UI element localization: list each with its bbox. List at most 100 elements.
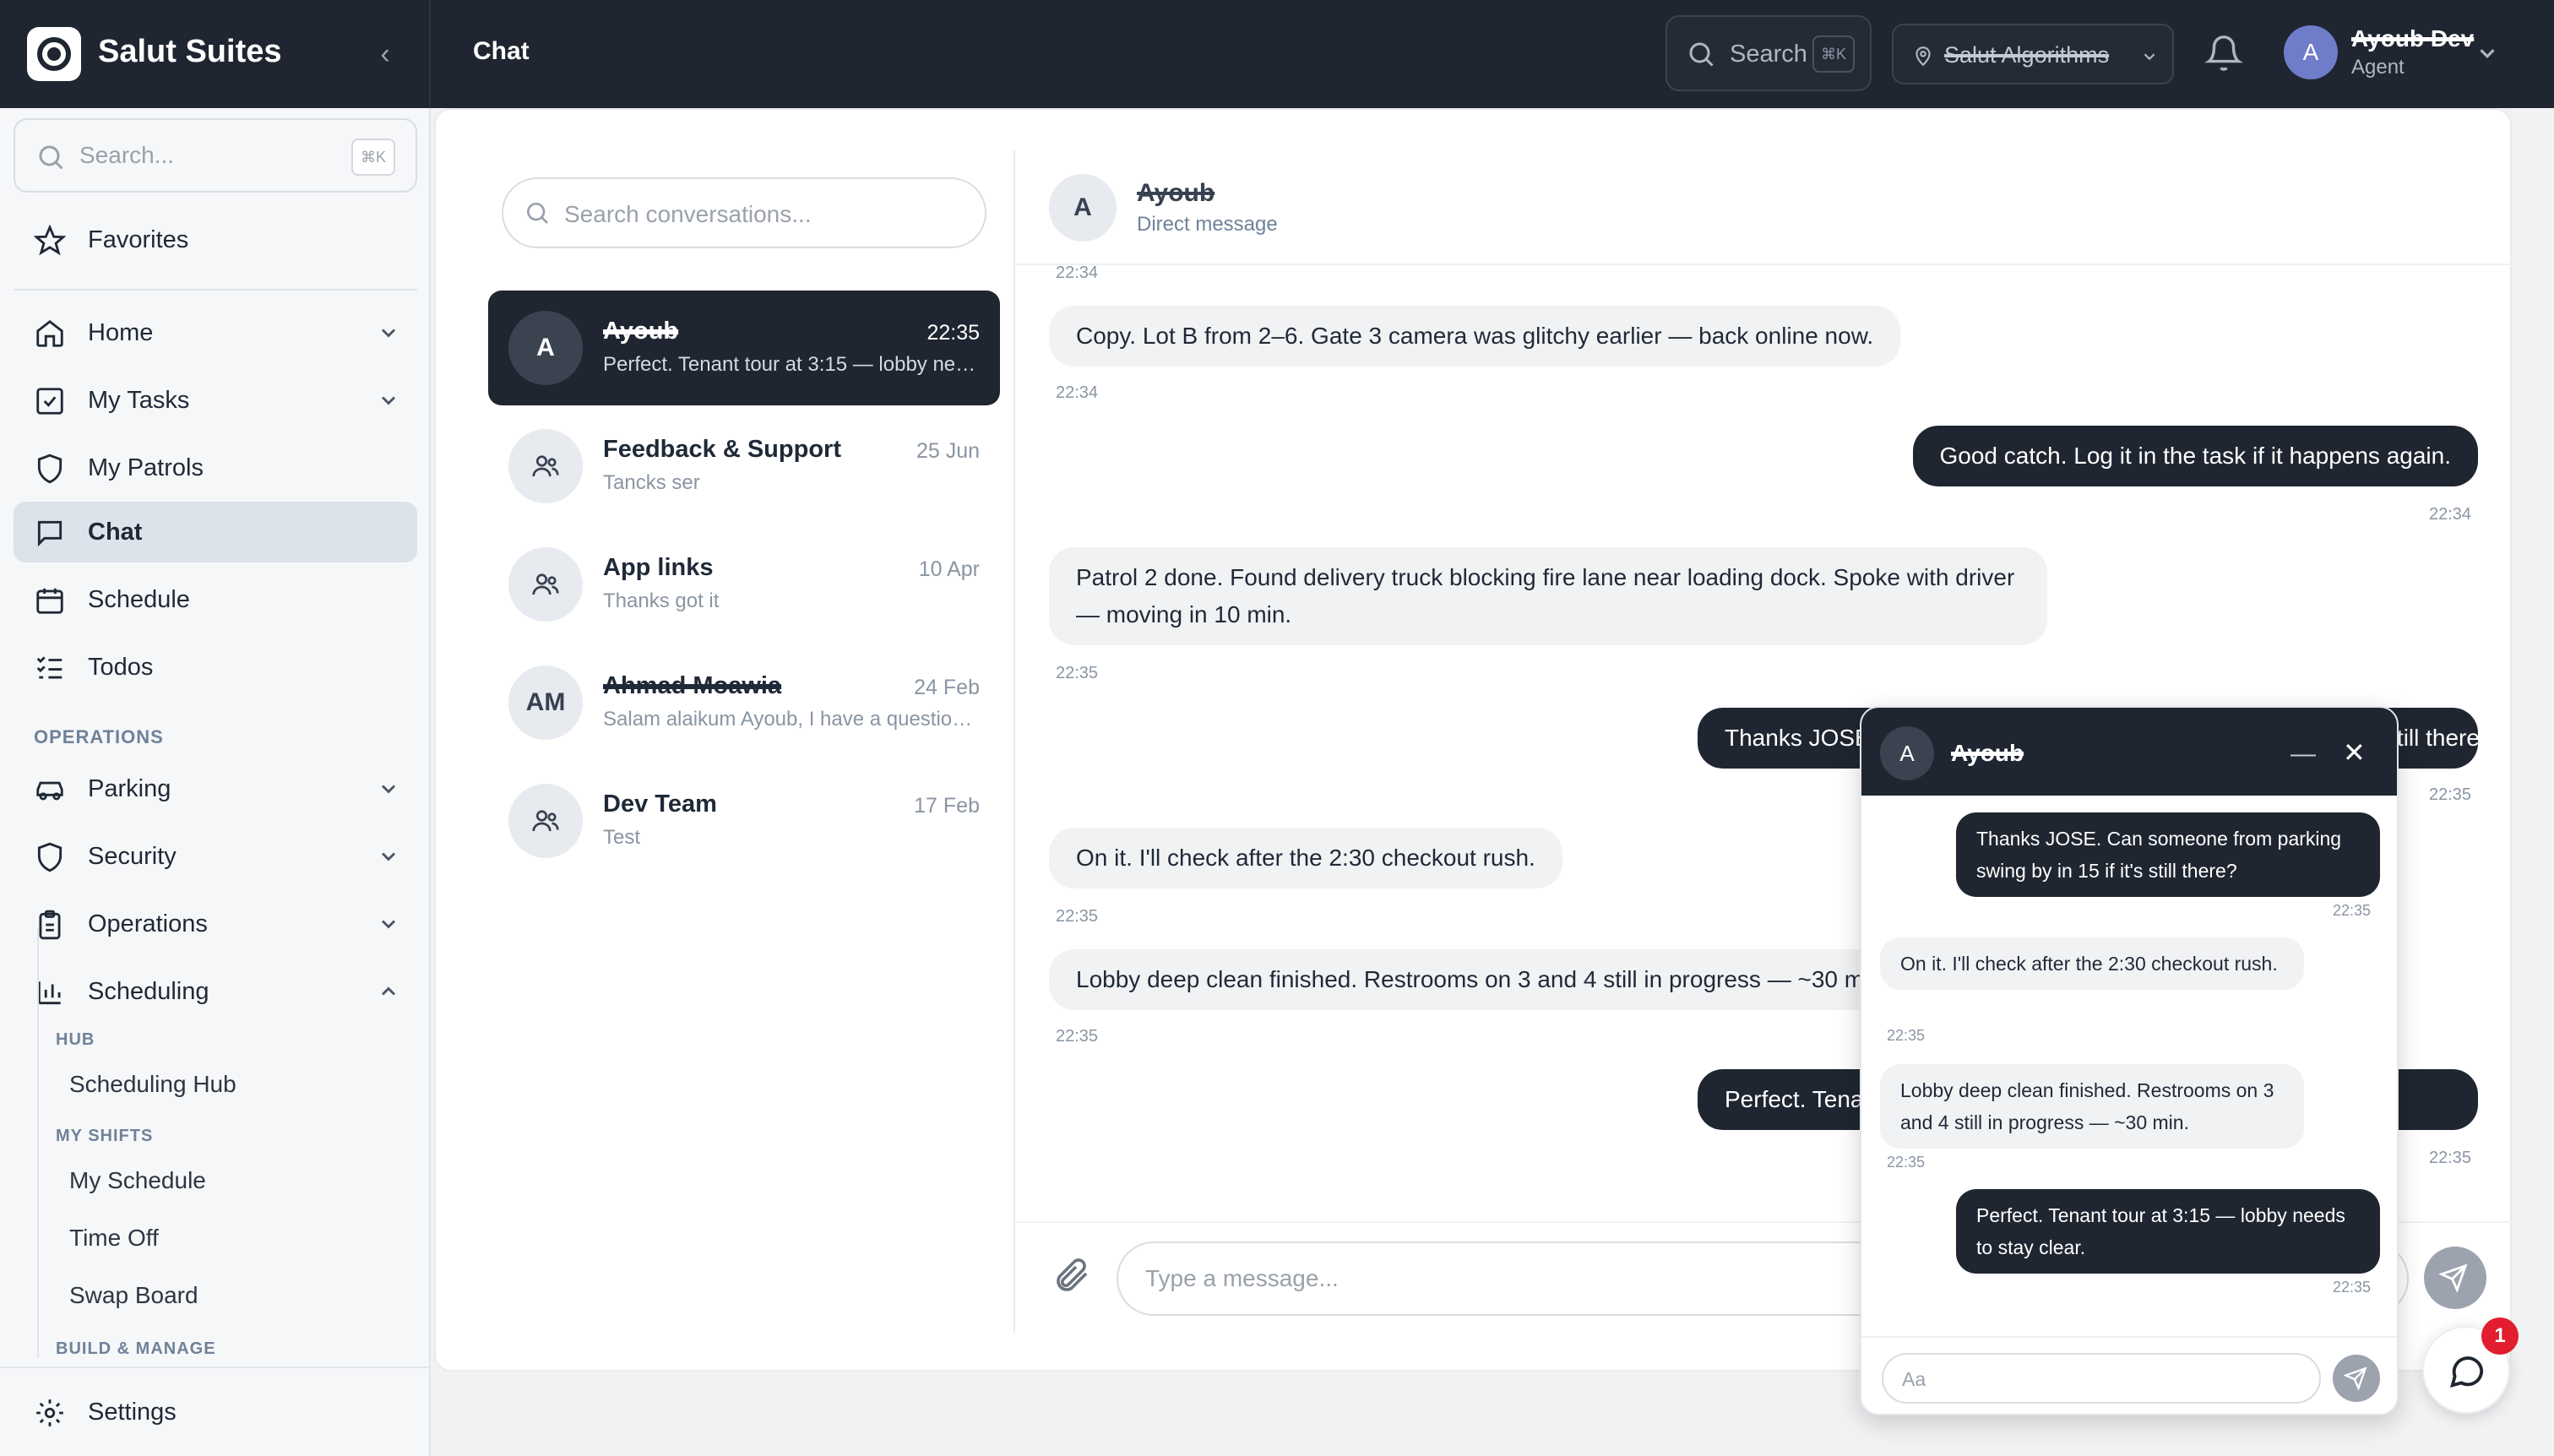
sidebar-item-label: My Patrols bbox=[88, 454, 204, 481]
chevron-down-icon bbox=[381, 785, 396, 794]
conversation-time: 17 Feb bbox=[914, 794, 980, 818]
conversation-preview: Thanks got it bbox=[603, 589, 720, 612]
conversation-item[interactable]: Dev Team 17 Feb Test bbox=[488, 763, 1000, 878]
sidebar-item-my-tasks[interactable]: My Tasks bbox=[14, 370, 417, 431]
mini-chat-input[interactable]: Aa bbox=[1882, 1353, 2321, 1404]
collapse-sidebar-icon[interactable]: ‹ bbox=[368, 37, 402, 71]
sidebar-item-chat[interactable]: Chat bbox=[14, 502, 417, 562]
submenu-guide-line bbox=[37, 927, 39, 1358]
page-title: Chat bbox=[473, 37, 530, 65]
conversation-name: Dev Team bbox=[603, 790, 717, 818]
group-icon bbox=[532, 573, 559, 595]
bell-icon[interactable] bbox=[2204, 34, 2243, 73]
divider bbox=[14, 289, 417, 291]
mini-chat-send-button[interactable] bbox=[2333, 1355, 2380, 1402]
sidebar-item-label: My Tasks bbox=[88, 387, 190, 414]
conversation-item[interactable]: A Ayoub 22:35 Perfect. Tenant tour at 3:… bbox=[488, 291, 1000, 405]
sidebar-item-schedule[interactable]: Schedule bbox=[14, 569, 417, 630]
checkbox-icon bbox=[36, 388, 63, 415]
section-heading-my-shifts: MY SHIFTS bbox=[56, 1127, 154, 1145]
app-logo bbox=[27, 27, 81, 81]
message-time: 22:35 bbox=[2333, 902, 2372, 919]
send-icon bbox=[2344, 1366, 2367, 1390]
message-bubble-incoming: On it. I'll check after the 2:30 checkou… bbox=[1049, 828, 1562, 888]
sidebar-item-my-patrols[interactable]: My Patrols bbox=[14, 437, 417, 498]
location-label: Salut Algorithms bbox=[1944, 42, 2110, 68]
sidebar-subitem-scheduling-hub[interactable]: Scheduling Hub bbox=[69, 1071, 236, 1098]
sidebar-item-settings[interactable]: Settings bbox=[14, 1382, 417, 1442]
user-role: Agent bbox=[2351, 56, 2405, 79]
message-bubble-outgoing: Perfect. Tenant tour at 3:15 — lobby nee… bbox=[1956, 1189, 2380, 1274]
sidebar-item-operations[interactable]: Operations bbox=[14, 894, 417, 954]
divider bbox=[1861, 1336, 2397, 1338]
sidebar-subitem-swap-board[interactable]: Swap Board bbox=[69, 1282, 198, 1309]
chat-contact-name: Ayoub bbox=[1137, 179, 1215, 207]
search-icon bbox=[1689, 42, 1714, 67]
message-time: 22:34 bbox=[1056, 263, 1099, 282]
avatar bbox=[508, 547, 583, 622]
chevron-down-icon bbox=[381, 396, 396, 405]
sidebar-subitem-my-schedule[interactable]: My Schedule bbox=[69, 1167, 206, 1194]
location-pin-icon bbox=[1916, 46, 1931, 67]
sidebar-item-label: Home bbox=[88, 319, 154, 346]
message-time: 22:34 bbox=[2429, 505, 2472, 524]
conversation-preview: Tancks ser bbox=[603, 471, 700, 494]
user-menu-chevron-icon[interactable] bbox=[2475, 41, 2500, 66]
sidebar-item-scheduling[interactable]: Scheduling bbox=[14, 961, 417, 1022]
section-heading-operations: OPERATIONS bbox=[34, 726, 164, 747]
message-bubble-incoming: On it. I'll check after the 2:30 checkou… bbox=[1880, 937, 2304, 990]
chevron-down-icon bbox=[2144, 53, 2155, 61]
sidebar-item-security[interactable]: Security bbox=[14, 826, 417, 887]
mini-chat-header: A Ayoub — ✕ bbox=[1861, 708, 2397, 796]
shield-icon bbox=[37, 842, 62, 872]
user-avatar[interactable]: A bbox=[2284, 25, 2338, 79]
section-heading-hub: HUB bbox=[56, 1030, 95, 1049]
sidebar-item-todos[interactable]: Todos bbox=[14, 637, 417, 698]
sidebar-item-home[interactable]: Home bbox=[14, 302, 417, 363]
chevron-down-icon bbox=[381, 329, 396, 338]
conversation-time: 10 Apr bbox=[918, 557, 980, 581]
sidebar-subitem-time-off[interactable]: Time Off bbox=[69, 1225, 159, 1252]
conversation-search-placeholder: Search conversations... bbox=[564, 201, 812, 227]
sidebar: Search... ⌘K Favorites Home My Tasks My … bbox=[0, 108, 431, 1456]
sidebar-search-input[interactable]: Search... ⌘K bbox=[14, 118, 417, 193]
avatar bbox=[508, 429, 583, 503]
minimize-icon[interactable]: — bbox=[2290, 740, 2316, 769]
sidebar-item-label: Todos bbox=[88, 654, 154, 681]
message-time: 22:35 bbox=[2429, 1149, 2472, 1167]
conversation-item[interactable]: Feedback & Support 25 Jun Tancks ser bbox=[488, 409, 1000, 524]
message-bubble-outgoing: Good catch. Log it in the task if it hap… bbox=[1912, 426, 2478, 486]
send-icon bbox=[2439, 1263, 2468, 1292]
location-select[interactable]: Salut Algorithms bbox=[1892, 24, 2174, 84]
message-time: 22:35 bbox=[1056, 907, 1099, 926]
sidebar-item-label: Operations bbox=[88, 910, 208, 937]
close-icon[interactable]: ✕ bbox=[2343, 736, 2366, 769]
conversation-item[interactable]: App links 10 Apr Thanks got it bbox=[488, 527, 1000, 642]
conversation-preview: Perfect. Tenant tour at 3:15 — lobby nee… bbox=[603, 353, 980, 376]
divider bbox=[1015, 263, 2513, 265]
sidebar-item-favorites[interactable]: Favorites bbox=[14, 209, 417, 270]
unread-badge: 1 bbox=[2481, 1317, 2519, 1355]
send-button[interactable] bbox=[2424, 1247, 2486, 1309]
global-search-button[interactable]: Search ⌘K bbox=[1666, 15, 1872, 91]
star-icon bbox=[34, 225, 66, 256]
sidebar-item-parking[interactable]: Parking bbox=[14, 758, 417, 819]
search-icon bbox=[39, 145, 63, 170]
sidebar-search-placeholder: Search... bbox=[79, 142, 175, 168]
user-name: Ayoub Dev bbox=[2351, 25, 2475, 52]
conversation-name: Ahmad Moawia bbox=[603, 672, 782, 699]
gear-icon bbox=[36, 1399, 63, 1426]
paperclip-icon[interactable] bbox=[1051, 1255, 1091, 1296]
message-bubble-incoming: Patrol 2 done. Found delivery truck bloc… bbox=[1049, 547, 2047, 645]
message-time: 22:35 bbox=[2429, 785, 2472, 804]
calendar-icon bbox=[36, 588, 63, 614]
conversation-search-input[interactable]: Search conversations... bbox=[502, 177, 986, 248]
avatar: A bbox=[508, 311, 583, 385]
chat-bubble-icon bbox=[2450, 1356, 2484, 1388]
section-heading-build-manage: BUILD & MANAGE bbox=[56, 1339, 216, 1358]
chevron-down-icon bbox=[381, 852, 396, 861]
avatar: AM bbox=[508, 666, 583, 740]
conversation-time: 22:35 bbox=[927, 321, 980, 345]
conversation-item[interactable]: AM Ahmad Moawia 24 Feb Salam alaikum Ayo… bbox=[488, 645, 1000, 760]
avatar bbox=[508, 784, 583, 858]
